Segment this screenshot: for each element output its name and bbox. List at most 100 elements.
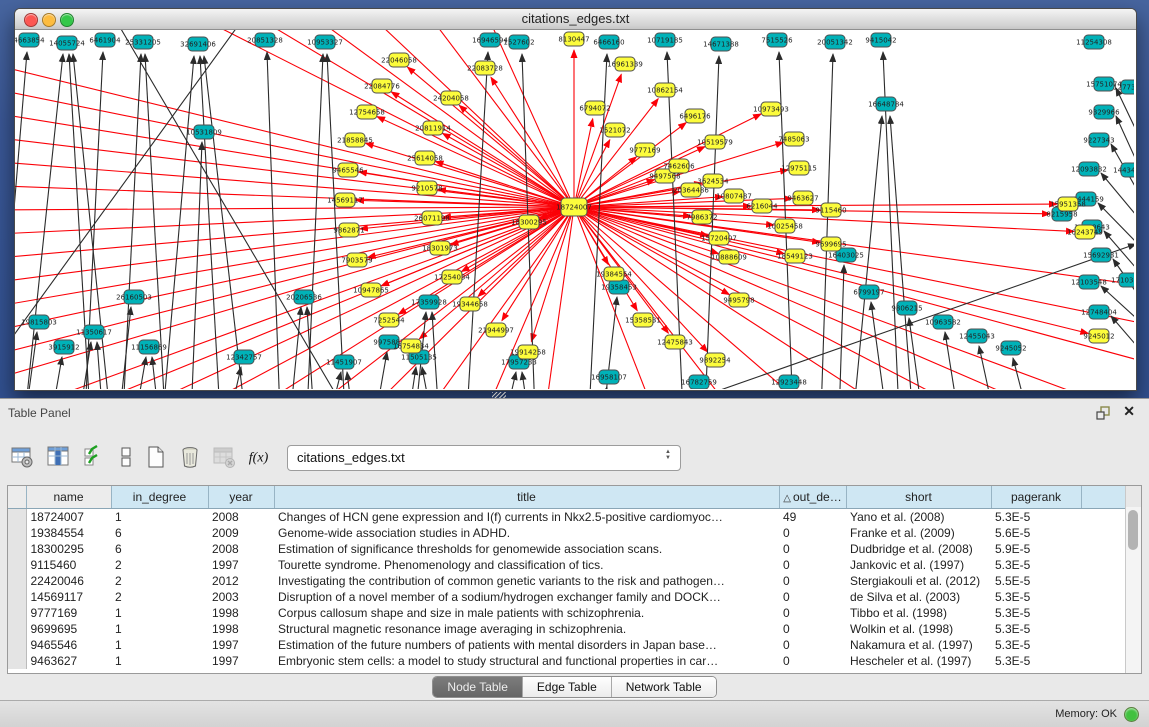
graph-node[interactable]: 25614058 xyxy=(407,151,443,165)
graph-node[interactable]: 18549123 xyxy=(777,249,813,263)
table-row[interactable]: 2242004622012Investigating the contribut… xyxy=(8,573,1126,589)
graph-node[interactable]: 9463627 xyxy=(787,191,818,205)
graph-node[interactable]: 6461904 xyxy=(89,33,121,47)
graph-node[interactable]: 9329966 xyxy=(1088,105,1120,119)
table-source-dropdown[interactable]: citations_edges.txt ▲ ▼ xyxy=(287,445,681,471)
table-row[interactable]: 946362711997Embryonic stem cells: a mode… xyxy=(8,653,1126,669)
table-settings-button[interactable] xyxy=(8,443,36,471)
graph-node[interactable]: 10973493 xyxy=(753,102,789,116)
graph-node[interactable]: 20051342 xyxy=(817,35,853,49)
graph-node[interactable]: 20811914 xyxy=(415,121,451,135)
graph-node[interactable]: 14434286 xyxy=(1113,163,1134,177)
column-header-year[interactable]: year xyxy=(208,486,274,509)
splitter-grip[interactable] xyxy=(492,392,506,398)
table-row[interactable]: 1938455462009Genome-wide association stu… xyxy=(8,525,1126,541)
graph-node[interactable]: 22046058 xyxy=(381,53,417,67)
column-header-outde[interactable]: △out_de… xyxy=(779,486,846,509)
graph-node[interactable]: 12342757 xyxy=(226,350,262,364)
graph-node[interactable]: 10531809 xyxy=(186,125,222,139)
new-table-button[interactable] xyxy=(142,443,170,471)
graph-node[interactable]: 21944997 xyxy=(478,323,514,337)
graph-node[interactable]: 9245052 xyxy=(995,341,1026,355)
close-panel-button[interactable]: ✕ xyxy=(1123,403,1135,420)
graph-node[interactable]: 12754658 xyxy=(349,105,385,119)
select-columns-button[interactable] xyxy=(80,443,108,471)
graph-node[interactable]: 9495798 xyxy=(723,293,754,307)
graph-node[interactable]: 17254034 xyxy=(434,270,470,284)
graph-node[interactable]: 6496176 xyxy=(679,109,711,123)
graph-node[interactable]: 6216044 xyxy=(746,199,778,213)
graph-node[interactable]: 12923448 xyxy=(771,375,807,389)
graph-node[interactable]: 16958107 xyxy=(591,370,627,384)
tab-node-table[interactable]: Node Table xyxy=(433,677,523,697)
delete-column-button[interactable] xyxy=(176,443,204,471)
graph-node[interactable]: 11350617 xyxy=(76,325,112,339)
graph-node[interactable]: 11451907 xyxy=(326,355,362,369)
tab-network-table[interactable]: Network Table xyxy=(612,677,716,697)
graph-node[interactable]: 14671388 xyxy=(703,37,739,51)
table-row[interactable]: 969969511998Structural magnetic resonanc… xyxy=(8,621,1126,637)
show-column-button[interactable] xyxy=(44,443,72,471)
graph-node[interactable]: 16961339 xyxy=(607,57,643,71)
graph-node[interactable]: 10862154 xyxy=(647,83,683,97)
graph-node[interactable]: 6794072 xyxy=(579,101,610,115)
table-row[interactable]: 1872400712008Changes of HCN gene express… xyxy=(8,509,1126,526)
graph-node[interactable]: 6799197 xyxy=(853,285,884,299)
graph-node[interactable]: 10025458 xyxy=(767,219,803,233)
graph-node[interactable]: 22084776 xyxy=(364,79,400,93)
graph-node[interactable]: 10953327 xyxy=(307,35,343,49)
graph-node[interactable]: 3915912 xyxy=(48,340,79,354)
graph-node[interactable]: 18724007 xyxy=(556,198,592,216)
table-row[interactable]: 946554611997Estimation of the future num… xyxy=(8,637,1126,653)
graph-node[interactable]: 16648784 xyxy=(868,97,904,111)
graph-node[interactable]: 10719185 xyxy=(647,33,683,47)
graph-node[interactable]: 9465546 xyxy=(332,163,364,177)
column-header-name[interactable]: name xyxy=(26,486,111,509)
graph-node[interactable]: 16782759 xyxy=(681,375,717,389)
table-row[interactable]: 977716911998Corpus callosum shape and si… xyxy=(8,605,1126,621)
graph-node[interactable]: 8130447 xyxy=(558,32,589,46)
table-row[interactable]: 1456911722003Disruption of a novel membe… xyxy=(8,589,1126,605)
column-header-indegree[interactable]: in_degree xyxy=(111,486,208,509)
graph-node[interactable]: 9892254 xyxy=(699,353,731,367)
float-panel-button[interactable] xyxy=(1095,405,1111,421)
graph-node[interactable]: 9227343 xyxy=(1083,133,1114,147)
graph-node[interactable]: 11254308 xyxy=(1076,35,1112,49)
graph-node[interactable]: 26160503 xyxy=(116,290,152,304)
column-header-title[interactable]: title xyxy=(274,486,779,509)
column-header-pagerank[interactable]: pagerank xyxy=(991,486,1081,509)
table-row[interactable]: 1830029562008Estimation of significance … xyxy=(8,541,1126,557)
graph-node[interactable]: 9806215 xyxy=(891,301,922,315)
graph-node[interactable]: 10963582 xyxy=(925,315,961,329)
graph-node[interactable]: 1521072 xyxy=(599,123,630,137)
graph-node[interactable]: 14569117 xyxy=(327,193,363,207)
graph-node[interactable]: 17103648 xyxy=(1111,273,1134,287)
network-window-titlebar[interactable]: citations_edges.txt xyxy=(15,9,1136,30)
graph-node[interactable]: 14055724 xyxy=(49,36,85,50)
graph-node[interactable]: 9210578 xyxy=(411,181,442,195)
network-view[interactable]: 4663854140557246461904253312053269140620… xyxy=(15,30,1134,389)
function-builder-button[interactable]: f(x) xyxy=(246,443,274,471)
row-options-button[interactable] xyxy=(112,443,140,471)
import-table-button[interactable] xyxy=(210,443,238,471)
graph-node[interactable]: 1527602 xyxy=(503,35,534,49)
scrollbar-thumb[interactable] xyxy=(1128,510,1138,550)
graph-node[interactable]: 7515526 xyxy=(761,33,793,47)
graph-node[interactable]: 9245012 xyxy=(1083,329,1114,343)
graph-node[interactable]: 12975115 xyxy=(781,161,817,175)
graph-node[interactable]: 21858845 xyxy=(337,133,373,147)
graph-node[interactable]: 20851328 xyxy=(247,33,283,47)
tab-edge-table[interactable]: Edge Table xyxy=(523,677,612,697)
graph-node[interactable]: 4663854 xyxy=(15,33,45,47)
graph-node[interactable]: 20206536 xyxy=(286,290,322,304)
graph-node[interactable]: 9415042 xyxy=(865,33,896,47)
graph-node[interactable]: 12475843 xyxy=(657,335,693,349)
graph-node[interactable]: 6466160 xyxy=(593,35,624,49)
graph-node[interactable]: 12455043 xyxy=(959,329,995,343)
table-row[interactable]: 911546021997Tourette syndrome. Phenomeno… xyxy=(8,557,1126,573)
vertical-scrollbar[interactable] xyxy=(1125,507,1141,673)
graph-node[interactable]: 10519579 xyxy=(697,135,733,149)
graph-node[interactable]: 32691406 xyxy=(180,37,216,51)
graph-node[interactable]: 19344658 xyxy=(452,297,488,311)
column-header-short[interactable]: short xyxy=(846,486,991,509)
